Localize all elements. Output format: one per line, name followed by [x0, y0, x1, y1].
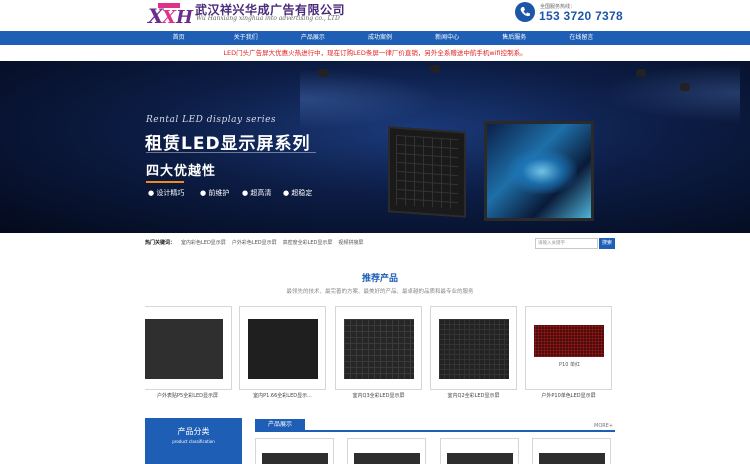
hot-keywords-label: 热门关键词： [145, 240, 176, 246]
banner-feature: ● 超高清 [242, 189, 272, 197]
phone-icon [515, 2, 535, 22]
showcase-product-card[interactable] [440, 438, 519, 464]
company-logo: X X H [146, 3, 194, 27]
banner-accent-bar [146, 181, 184, 183]
banner-feature: ● 设计精巧 [148, 189, 185, 197]
banner-feature: ● 前维护 [200, 189, 230, 197]
product-caption[interactable]: 户外表贴P5全彩LED显示屏 [140, 392, 235, 399]
showcase-product-card[interactable] [255, 438, 334, 464]
section-title: 推荐产品 [361, 274, 398, 284]
product-caption[interactable]: 室内Q3全彩LED显示屏 [331, 392, 426, 399]
banner-feature: ● 超稳定 [283, 189, 313, 197]
category-subtitle: product classification [172, 439, 215, 444]
search-button[interactable]: 搜索 [599, 238, 615, 249]
site-header: X X H 武汉祥兴华成广告有限公司 Wu Hanxiang xinghua i… [0, 0, 750, 31]
more-link[interactable]: MORE+ [594, 423, 613, 429]
product-image [439, 319, 509, 379]
main-nav: 首页 关于我们 产品展示 成功案例 新闻中心 售后服务 在线留言 [145, 31, 615, 45]
product-image [248, 319, 318, 379]
light-ray [600, 63, 740, 123]
section-subtitle: 最领先的技术、最完善的方案、最美好的产品、最卓越的品质和最专业的服务 [286, 289, 474, 295]
showcase-tab[interactable]: 产品展示 [255, 419, 305, 431]
banner-divider [146, 152, 316, 153]
banner-title: 租赁LED显示屏系列 [145, 134, 311, 154]
showcase-product-card[interactable] [347, 438, 426, 464]
product-image [354, 453, 420, 464]
light-ray [300, 69, 440, 129]
hotline-number: 153 3720 7378 [539, 9, 623, 23]
product-image [447, 453, 513, 464]
nav-item-home[interactable]: 首页 [145, 31, 212, 45]
nav-item-about[interactable]: 关于我们 [212, 31, 279, 45]
category-title: 产品分类 [177, 427, 210, 436]
hot-keyword[interactable]: 高密度全彩LED显示屏 [283, 240, 333, 246]
spotlight-icon [636, 69, 646, 77]
led-cabinet-image [388, 126, 466, 218]
product-image [534, 325, 604, 357]
hot-keyword[interactable]: 户外彩色LED显示屏 [232, 240, 277, 246]
spotlight-icon [430, 65, 440, 73]
nav-item-cases[interactable]: 成功案例 [346, 31, 413, 45]
hot-keyword[interactable]: 室内彩色LED显示屏 [181, 240, 226, 246]
category-header: 产品分类 product classification [145, 418, 242, 452]
banner-subtitle: Rental LED display series [146, 115, 277, 125]
product-image [145, 319, 223, 379]
company-name-english: Wu Hanxiang xinghua into advertising co.… [196, 15, 340, 22]
led-screen-image [484, 121, 594, 221]
product-image [539, 453, 605, 464]
product-caption[interactable]: 户外P10单色LED显示屏 [521, 392, 616, 399]
product-image [262, 453, 328, 464]
product-caption[interactable]: 室内P1.66全彩LED显示... [235, 392, 330, 399]
product-image [344, 319, 414, 379]
product-card[interactable] [145, 306, 232, 390]
nav-item-service[interactable]: 售后服务 [481, 31, 548, 45]
spotlight-icon [318, 69, 328, 77]
banner-advantages: 四大优越性 [146, 164, 217, 179]
showcase-divider [255, 430, 615, 432]
hot-keywords: 热门关键词： 室内彩色LED显示屏 户外彩色LED显示屏 高密度全彩LED显示屏 视频拼… [145, 239, 363, 246]
svg-text:X: X [161, 7, 177, 27]
product-card[interactable] [335, 306, 422, 390]
scrolling-notice[interactable]: LED门头广告屏大优惠火热进行中，现在订购LED条屏一律厂价直销，另外全系赠送中… [0, 45, 750, 61]
spotlight-icon [680, 83, 690, 91]
product-card[interactable] [239, 306, 326, 390]
product-card[interactable]: P10 单红 [525, 306, 612, 390]
showcase-product-card[interactable] [532, 438, 611, 464]
hot-keyword[interactable]: 视频拼接屏 [338, 240, 363, 246]
svg-text:H: H [175, 7, 194, 27]
product-caption[interactable]: 室内Q2全彩LED显示屏 [426, 392, 521, 399]
product-card[interactable] [430, 306, 517, 390]
hero-banner[interactable]: Rental LED display series 租赁LED显示屏系列 四大优… [0, 61, 750, 233]
nav-item-news[interactable]: 新闻中心 [414, 31, 481, 45]
nav-item-message[interactable]: 在线留言 [548, 31, 615, 45]
product-tag: P10 单红 [559, 362, 580, 368]
nav-item-products[interactable]: 产品展示 [279, 31, 346, 45]
search-input[interactable]: 请输入关键字 [535, 238, 598, 249]
category-list [145, 452, 242, 464]
